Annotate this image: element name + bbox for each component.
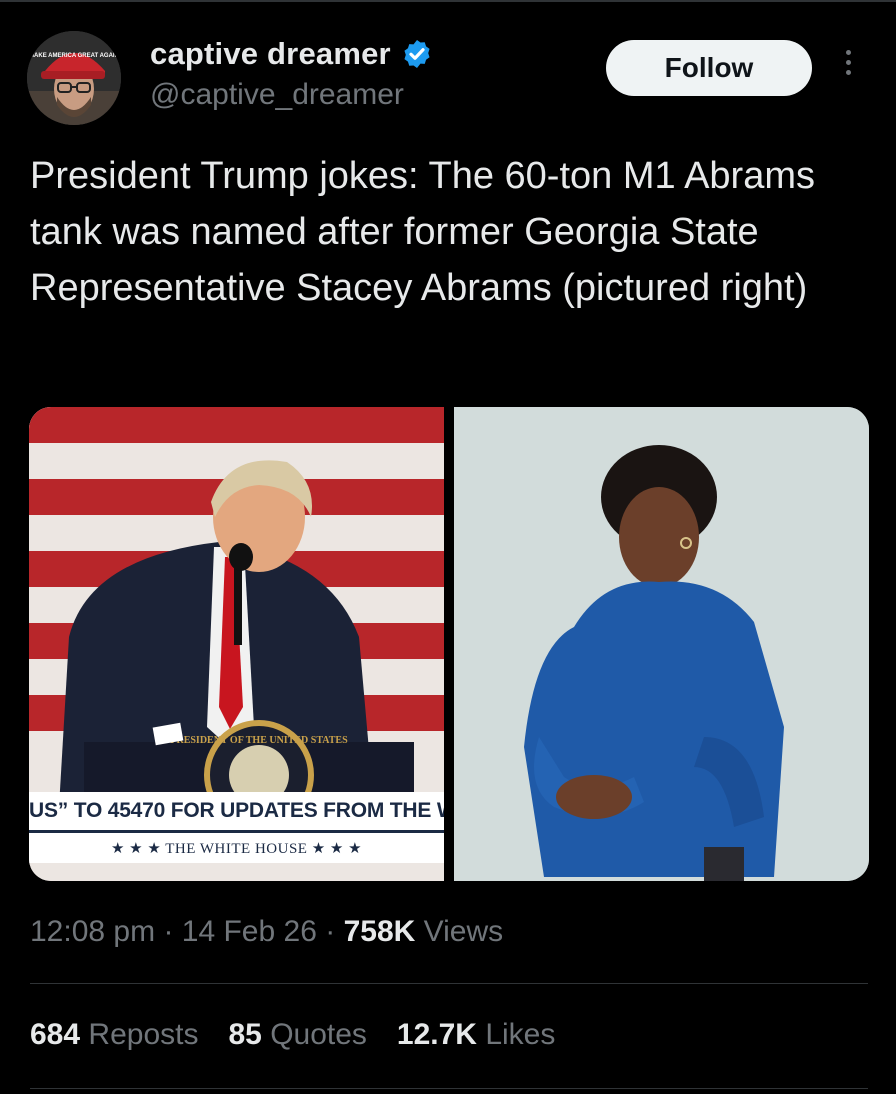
ticker-subbar: ★ ★ ★ THE WHITE HOUSE ★ ★ ★ (29, 830, 444, 863)
tweet-text: President Trump jokes: The 60-ton M1 Abr… (30, 155, 815, 309)
engagement-stats: 684 Reposts 85 Quotes 12.7K Likes (30, 1018, 555, 1052)
seal-text: PRESIDENT OF THE UNITED STATES (170, 735, 348, 746)
avatar-hat-text: MAKE AMERICA GREAT AGAIN (29, 53, 119, 59)
meta-dot: · (163, 915, 174, 948)
quotes-count: 85 (228, 1018, 262, 1051)
author-name-row[interactable]: captive dreamer (150, 36, 433, 72)
avatar-image: MAKE AMERICA GREAT AGAIN (27, 31, 121, 125)
verified-badge-icon (404, 40, 430, 68)
top-divider (0, 0, 896, 2)
follow-button[interactable]: Follow (606, 40, 812, 96)
divider (30, 1088, 868, 1089)
ticker-sub-text: ★ ★ ★ THE WHITE HOUSE ★ ★ ★ (110, 840, 363, 857)
likes-label: Likes (485, 1018, 556, 1051)
quotes-stat[interactable]: 85 Quotes (228, 1018, 366, 1052)
views-label: Views (423, 915, 504, 948)
tweet-time[interactable]: 12:08 pm (30, 915, 155, 948)
news-ticker: US” TO 45470 FOR UPDATES FROM THE W (29, 792, 444, 830)
reposts-stat[interactable]: 684 Reposts (30, 1018, 198, 1052)
more-vertical-icon[interactable] (838, 50, 858, 86)
media-image-left[interactable]: PRESIDENT OF THE UNITED STATES US” TO 45… (29, 407, 444, 881)
tweet-meta: 12:08 pm · 14 Feb 26 · 758K Views (30, 915, 503, 949)
meta-dot: · (325, 915, 336, 948)
tweet-date[interactable]: 14 Feb 26 (182, 915, 317, 948)
likes-stat[interactable]: 12.7K Likes (397, 1018, 555, 1052)
media-grid[interactable]: PRESIDENT OF THE UNITED STATES US” TO 45… (29, 407, 869, 881)
reposts-label: Reposts (88, 1018, 199, 1051)
views-count: 758K (343, 915, 416, 948)
author-display-name[interactable]: captive dreamer (150, 36, 391, 72)
abrams-portrait-photo (454, 407, 869, 881)
media-image-right[interactable] (454, 407, 869, 881)
divider (30, 983, 868, 984)
author-handle[interactable]: @captive_dreamer (150, 78, 404, 112)
quotes-label: Quotes (270, 1018, 367, 1051)
reposts-count: 684 (30, 1018, 81, 1051)
likes-count: 12.7K (396, 1018, 477, 1051)
avatar[interactable]: MAKE AMERICA GREAT AGAIN (27, 31, 121, 125)
ticker-text: US” TO 45470 FOR UPDATES FROM THE W (29, 799, 444, 822)
